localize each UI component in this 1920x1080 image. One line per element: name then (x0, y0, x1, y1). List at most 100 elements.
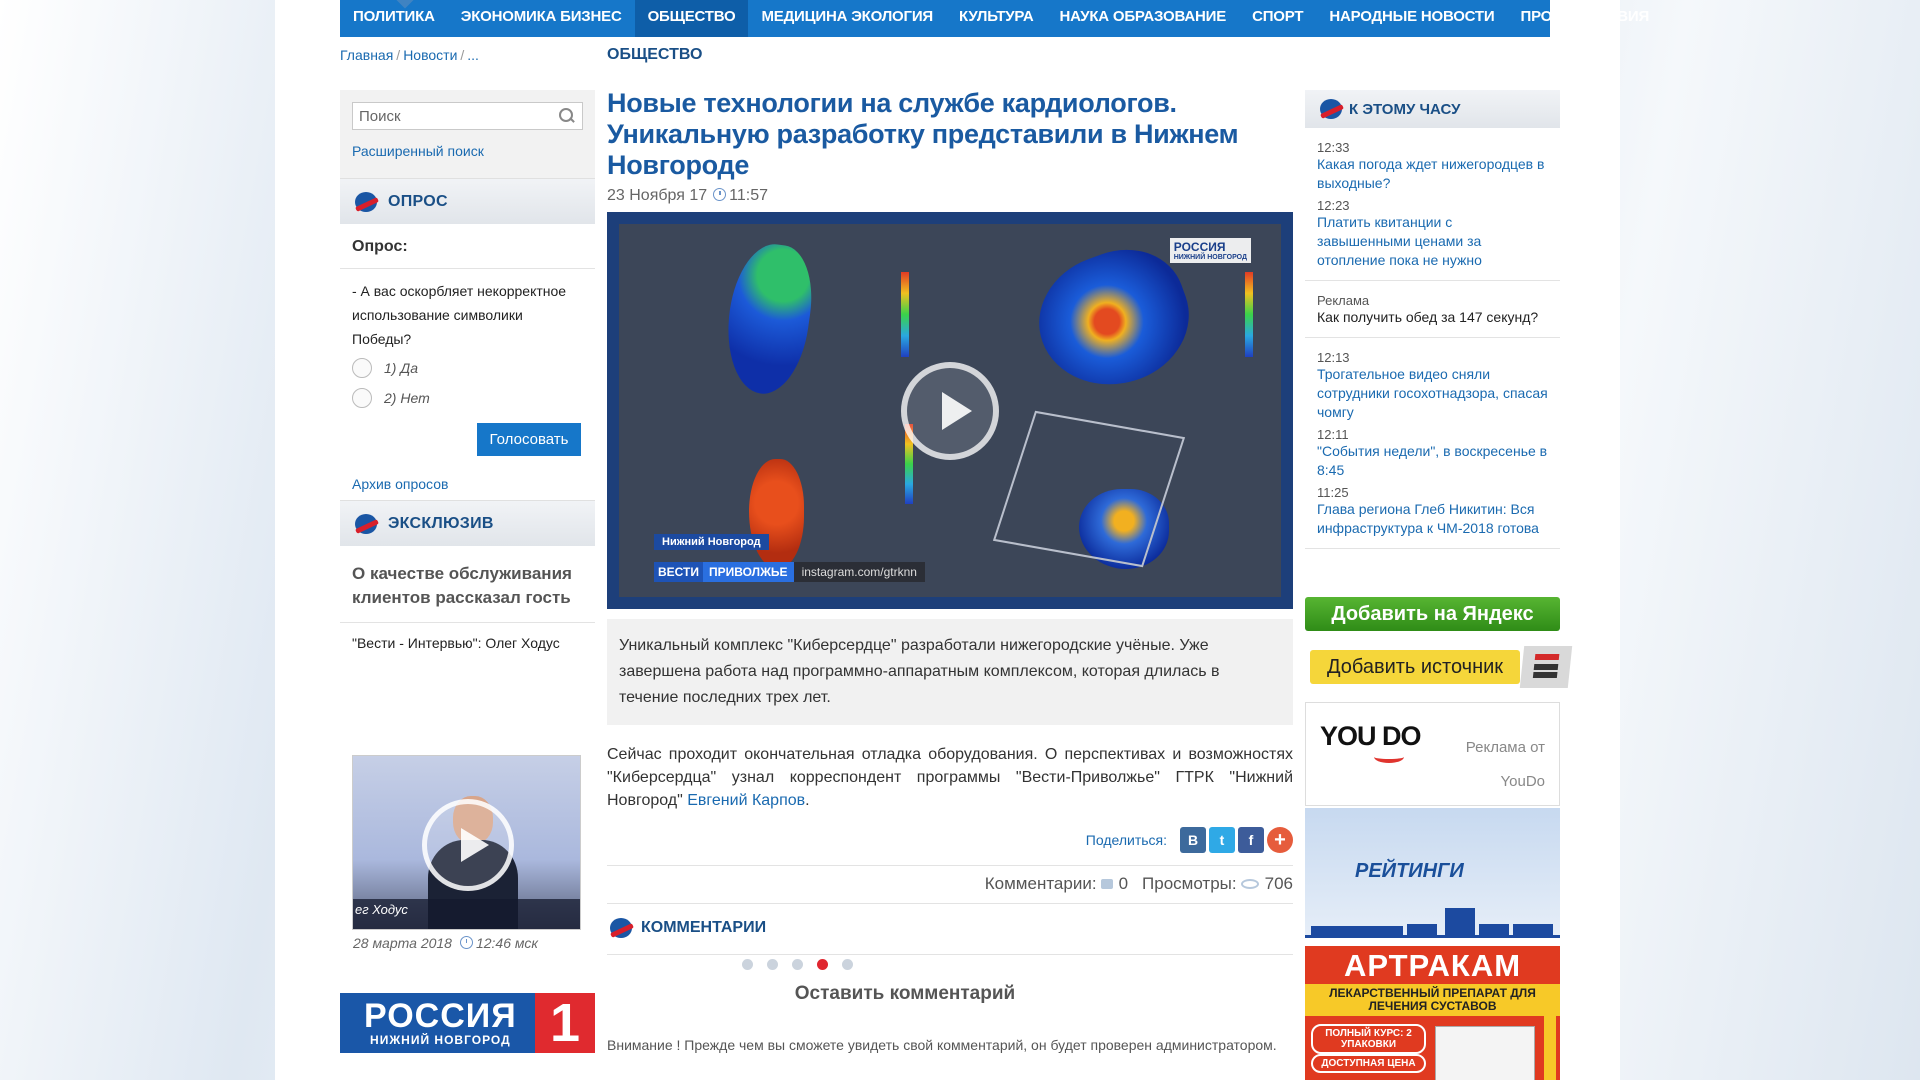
youdo-ad[interactable]: YOU DO Реклама от YouDo (1305, 702, 1560, 806)
add-source-button[interactable]: Добавить источник (1310, 650, 1520, 684)
news-link[interactable]: Платить квитанции с завышенными ценами з… (1317, 213, 1548, 270)
add-to-yandex-button[interactable]: Добавить на Яндекс (1305, 597, 1560, 631)
vesti-logo-icon (607, 916, 635, 940)
show-name-privolzhye: ПРИВОЛЖЬЕ (703, 562, 794, 582)
channel-watermark-name: РОССИЯ (1173, 240, 1226, 254)
divider (607, 954, 1293, 955)
russia1-logo-region: НИЖНИЙ НОВГОРОД (370, 1033, 511, 1047)
video-show-bar: ВЕСТИ ПРИВОЛЖЬЕ instagram.com/gtrknn (654, 562, 925, 582)
radio-button[interactable] (352, 388, 372, 408)
color-scale (1245, 272, 1253, 357)
news-link[interactable]: Трогательное видео сняли сотрудники госо… (1317, 365, 1548, 422)
news-time: 12:11 (1317, 427, 1349, 442)
ratings-banner[interactable]: РЕЙТИНГИ (1305, 808, 1560, 938)
video-screen[interactable]: РОССИЯ НИЖНИЙ НОВГОРОД Нижний Новгород В… (619, 224, 1281, 597)
more-share-icon[interactable]: + (1267, 827, 1293, 853)
nav-item-people-news[interactable]: НАРОДНЫЕ НОВОСТИ (1316, 0, 1507, 37)
ratings-bar (1513, 924, 1553, 938)
poll-option-no[interactable]: 2) Нет (352, 385, 583, 411)
advanced-search-link[interactable]: Расширенный поиск (352, 143, 583, 159)
left-column: Поиск Расширенный поиск ОПРОС Опрос: - А… (340, 90, 595, 651)
search-icon[interactable] (558, 107, 576, 125)
video-location-label: Нижний Новгород (654, 534, 769, 550)
nav-item-incidents[interactable]: ПРОИСШЕСТВИЯ (1507, 0, 1662, 37)
color-scale (901, 272, 909, 357)
video-time-text: 12:46 мск (475, 935, 538, 951)
exclusive-video-thumbnail[interactable]: ег Ходус (352, 755, 581, 930)
poll-archive-link[interactable]: Архив опросов (340, 476, 595, 492)
news-item[interactable]: 12:23 Платить квитанции с завышенными це… (1305, 193, 1560, 281)
artrakam-pill: ПОЛНЫЙ КУРС: 2 УПАКОВКИ (1311, 1024, 1426, 1054)
ratings-bar (1407, 924, 1437, 938)
poll-header: ОПРОС (340, 178, 595, 224)
news-item[interactable]: 12:13 Трогательное видео сняли сотрудник… (1317, 338, 1548, 422)
poll-option-label: 1) Да (384, 360, 418, 376)
nav-item-society[interactable]: ОБЩЕСТВО (634, 0, 749, 37)
russia1-logo[interactable]: РОССИЯ НИЖНИЙ НОВГОРОД 1 (340, 993, 595, 1053)
twitter-share-icon[interactable]: t (1209, 827, 1235, 853)
news-item[interactable]: 11:25 Глава региона Глеб Никитин: Вся ин… (1305, 480, 1560, 549)
news-item-ad[interactable]: Реклама Как получить обед за 147 секунд? (1305, 281, 1560, 338)
news-link[interactable]: Глава региона Глеб Никитин: Вся инфрастр… (1317, 500, 1548, 538)
article-stats: Комментарии: 0 Просмотры: 706 (607, 874, 1293, 894)
youdo-ad-label: Реклама от YouDo (1466, 731, 1545, 799)
exclusive-block: О качестве обслуживания клиентов рассказ… (340, 546, 595, 651)
youdo-logo: YOU DO (1320, 721, 1422, 751)
play-icon[interactable] (901, 362, 999, 460)
nav-item-science[interactable]: НАУКА ОБРАЗОВАНИЕ (1047, 0, 1240, 37)
news-time: 12:33 (1317, 140, 1350, 155)
nav-item-economy[interactable]: ЭКОНОМИКА БИЗНЕС (448, 0, 635, 37)
nav-item-politics[interactable]: ПОЛИТИКА (340, 0, 448, 37)
poll-block: Опрос: - А вас оскорбляет некорректное и… (340, 224, 595, 456)
latest-news-list: 12:33 Какая погода ждет нижегородцев в в… (1305, 128, 1560, 549)
news-item[interactable]: 12:11 "События недели", в воскресенье в … (1317, 422, 1548, 480)
youdo-ad-name: YouDo (1500, 773, 1546, 790)
artrakam-pill: ДОСТУПНАЯ ЦЕНА (1311, 1054, 1426, 1073)
divider (607, 865, 1293, 866)
artrakam-subtitle: ЛЕКАРСТВЕННЫЙ ПРЕПАРАТ ДЛЯ ЛЕЧЕНИЯ СУСТА… (1305, 984, 1560, 1016)
video-caption: ег Ходус (353, 899, 580, 929)
heart-model-image (749, 459, 804, 569)
nav-item-culture[interactable]: КУЛЬТУРА (946, 0, 1047, 37)
leave-comment-title: Оставить комментарий (794, 983, 1016, 1004)
breadcrumb-home[interactable]: Главная (340, 47, 393, 63)
article-body: Сейчас проходит окончательная отладка об… (607, 743, 1293, 812)
video-player[interactable]: РОССИЯ НИЖНИЙ НОВГОРОД Нижний Новгород В… (607, 212, 1293, 609)
poll-option-yes[interactable]: 1) Да (352, 355, 583, 381)
nav-item-medicine[interactable]: МЕДИЦИНА ЭКОЛОГИЯ (748, 0, 946, 37)
right-column: К ЭТОМУ ЧАСУ 12:33 Какая погода ждет ниж… (1305, 90, 1560, 549)
news-link[interactable]: "События недели", в воскресенье в 8:45 (1317, 442, 1548, 480)
divider (340, 268, 595, 269)
exclusive-header-title: ЭКСКЛЮЗИВ (388, 514, 494, 532)
vote-button[interactable]: Голосовать (477, 423, 581, 456)
artrakam-name: АРТРАКАМ (1343, 948, 1522, 983)
news-link[interactable]: Какая погода ждет нижегородцев в выходны… (1317, 155, 1548, 193)
nav-item-sport[interactable]: СПОРТ (1239, 0, 1316, 37)
play-icon[interactable] (422, 799, 514, 891)
exclusive-interview-link[interactable]: "Вести - Интервью": Олег Ходус (352, 635, 583, 651)
artrakam-ad[interactable]: АРТРАКАМ ЛЕКАРСТВЕННЫЙ ПРЕПАРАТ ДЛЯ ЛЕЧЕ… (1305, 946, 1560, 1080)
ad-link[interactable]: Как получить обед за 147 секунд? (1317, 308, 1548, 327)
eye-icon (1240, 879, 1259, 889)
news-time: 12:13 (1317, 350, 1350, 365)
top-navigation: ПОЛИТИКА ЭКОНОМИКА БИЗНЕС ОБЩЕСТВО МЕДИЦ… (340, 0, 1649, 37)
article-date: 23 Ноября 17 (607, 187, 708, 204)
radio-button[interactable] (352, 358, 372, 378)
author-link[interactable]: Евгений Карпов (687, 792, 805, 809)
article-lead: Уникальный комплекс "Киберсердце" разраб… (607, 619, 1293, 725)
breadcrumb-news[interactable]: Новости (403, 47, 457, 63)
show-name-vesti: ВЕСТИ (654, 562, 703, 582)
search-box: Поиск Расширенный поиск (340, 90, 595, 178)
vk-share-icon[interactable]: В (1180, 827, 1206, 853)
news-item[interactable]: 12:33 Какая погода ждет нижегородцев в в… (1317, 128, 1548, 193)
breadcrumb-separator: / (460, 47, 465, 63)
youdo-ad-text: Реклама от (1465, 739, 1545, 756)
vesti-logo-icon (352, 190, 380, 214)
breadcrumb-more[interactable]: ... (467, 47, 479, 63)
search-placeholder: Поиск (359, 107, 401, 125)
ratings-bar (1445, 908, 1475, 938)
search-input[interactable]: Поиск (352, 102, 583, 130)
exclusive-headline[interactable]: О качестве обслуживания клиентов рассказ… (352, 562, 583, 610)
newspaper-icon[interactable] (1519, 646, 1573, 688)
facebook-share-icon[interactable]: f (1238, 827, 1264, 853)
